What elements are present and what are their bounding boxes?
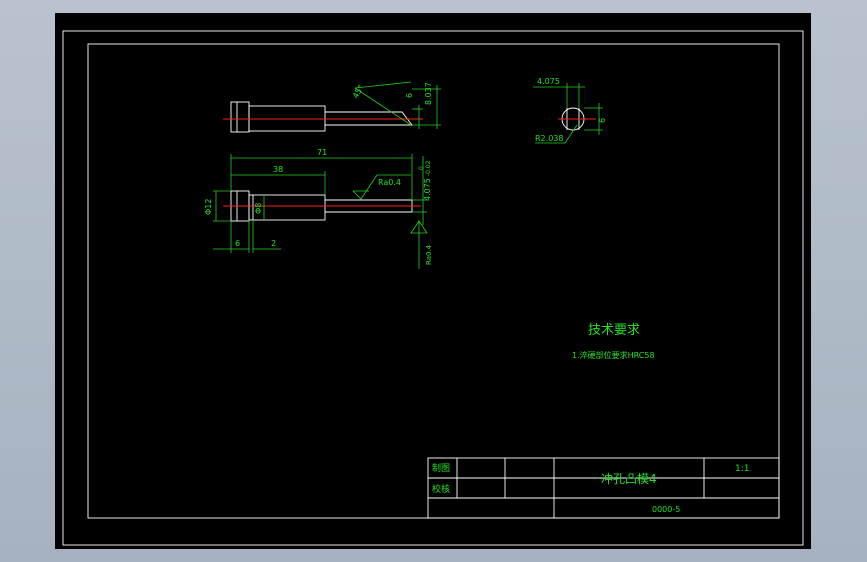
part-name: 冲孔凸模4	[601, 471, 657, 486]
dim-71: 71	[317, 148, 327, 157]
dim-phi12: Φ12	[204, 199, 213, 215]
dim-38: 38	[273, 165, 283, 174]
drawn-label: 制图	[432, 462, 450, 474]
inner-border	[87, 43, 780, 519]
dim-6: 6	[235, 239, 240, 248]
front-view	[213, 154, 428, 269]
roughness-1: Ra0.4	[378, 178, 401, 187]
tol-dim: 4.075	[423, 178, 432, 201]
end-dim-radius: R2.038	[535, 134, 563, 143]
title-block	[427, 457, 780, 519]
dim-2: 2	[271, 239, 276, 248]
cad-drawing: 45° 6 8.037 71 38 Φ12 Φ8 6 2 Ra0.4 Ra0.4…	[62, 30, 804, 546]
tech-req-title: 技术要求	[588, 323, 640, 338]
scale: 1:1	[735, 464, 749, 474]
end-dim-height: 6	[598, 118, 607, 123]
drawing-sheet: 45° 6 8.037 71 38 Φ12 Φ8 6 2 Ra0.4 Ra0.4…	[55, 13, 811, 549]
top-dim-6: 6	[405, 93, 414, 98]
top-view	[223, 81, 441, 133]
top-view-tip	[325, 111, 413, 126]
angle-dim: 45°	[351, 83, 366, 100]
tech-req-line-1: 1.淬硬部位要求HRC58	[572, 350, 655, 360]
tol-lower: -0.02	[425, 160, 432, 176]
top-view-body	[248, 105, 326, 132]
roughness-2: Ra0.4	[425, 244, 433, 265]
top-view-head	[230, 101, 250, 133]
dim-phi8: Φ8	[254, 203, 263, 214]
top-dim-8037: 8.037	[424, 82, 433, 105]
drawing-number: 0000-5	[652, 505, 680, 514]
checked-label: 校核	[432, 483, 450, 495]
tol-upper: 0	[418, 166, 425, 170]
end-dim-width: 4.075	[537, 77, 560, 86]
